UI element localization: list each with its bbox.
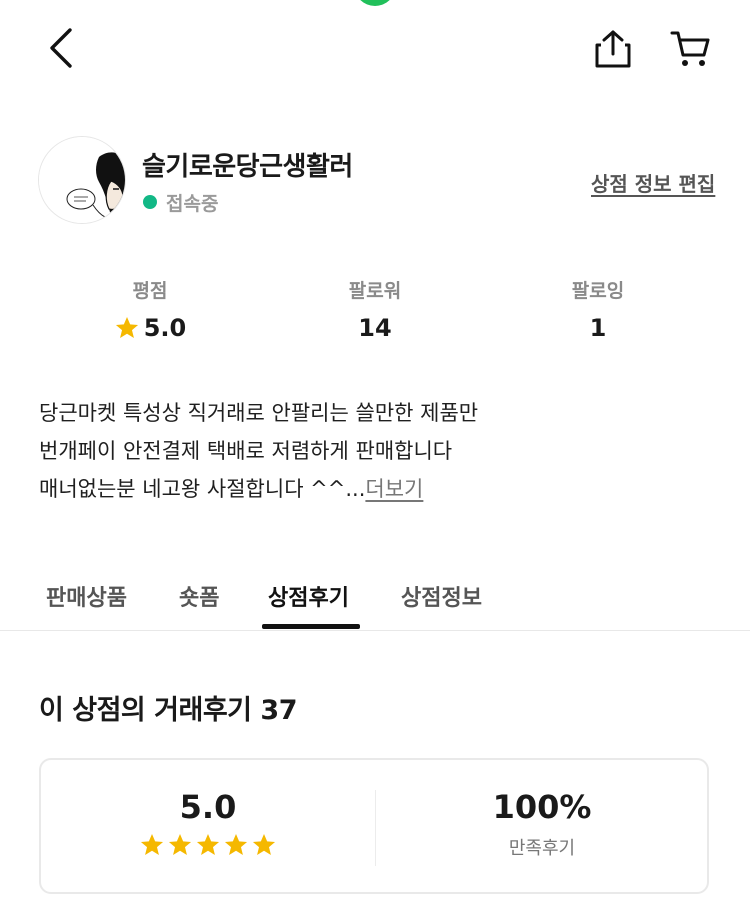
- review-score-value: 5.0: [179, 788, 237, 826]
- tab-shop-info[interactable]: 상점정보: [401, 580, 482, 612]
- tab-shortform[interactable]: 숏폼: [179, 580, 219, 612]
- cart-button[interactable]: [662, 22, 720, 76]
- chevron-left-icon: [50, 28, 72, 68]
- following-value: 1: [589, 314, 607, 342]
- avatar: [38, 136, 126, 224]
- online-status-dot: [143, 195, 157, 209]
- active-tab-indicator: [262, 624, 360, 629]
- share-button[interactable]: [584, 22, 642, 76]
- review-satisfaction: 100% 만족후기: [377, 788, 707, 860]
- review-summary-card: 5.0 100% 만족후기: [39, 758, 709, 894]
- share-icon: [595, 30, 631, 68]
- card-divider: [375, 790, 376, 866]
- star-icon: [196, 833, 220, 855]
- satisfaction-label: 만족후기: [508, 838, 576, 859]
- rating-value: 5.0: [143, 314, 187, 342]
- tab-products[interactable]: 판매상품: [46, 580, 127, 612]
- edit-shop-info-link[interactable]: 상점 정보 편집: [591, 168, 715, 197]
- reviews-title: 이 상점의 거래후기 37: [39, 695, 298, 726]
- rating-label: 평점: [132, 280, 168, 302]
- description-line-2: 번개페이 안전결제 택배로 저렴하게 판매합니다: [39, 439, 453, 463]
- more-link[interactable]: 더보기: [365, 477, 423, 501]
- online-status-label: 접속중: [166, 193, 219, 215]
- followers-label: 팔로워: [348, 280, 402, 302]
- stat-followers[interactable]: 팔로워 14: [275, 280, 475, 342]
- following-label: 팔로잉: [571, 280, 625, 302]
- star-icon: [140, 833, 164, 855]
- star-icon: [115, 316, 138, 338]
- shop-description: 당근마켓 특성상 직거래로 안팔리는 쓸만한 제품만 번개페이 안전결제 택배로…: [39, 394, 719, 508]
- shop-tabs: 판매상품 숏폼 상점후기 상점정보: [0, 570, 750, 631]
- back-button[interactable]: [34, 20, 88, 76]
- shop-name: 슬기로운당근생활러: [142, 152, 353, 182]
- avatar-illustration: [39, 137, 125, 223]
- stat-rating[interactable]: 평점 5.0: [50, 280, 250, 342]
- stat-following[interactable]: 팔로잉 1: [498, 280, 698, 342]
- cart-icon: [670, 31, 710, 66]
- star-icon: [168, 833, 192, 855]
- description-line-1: 당근마켓 특성상 직거래로 안팔리는 쓸만한 제품만: [39, 401, 479, 425]
- star-icon: [224, 833, 248, 855]
- description-line-3: 매너없는분 네고왕 사절합니다 ^^...더보기: [39, 470, 719, 508]
- description-line-3-text: 매너없는분 네고왕 사절합니다 ^^...: [39, 477, 366, 501]
- followers-value: 14: [358, 314, 392, 342]
- status-indicator: [354, 0, 396, 6]
- review-stars: [41, 832, 375, 858]
- satisfaction-value: 100%: [492, 788, 592, 826]
- tab-reviews[interactable]: 상점후기: [268, 580, 349, 612]
- review-score: 5.0: [41, 788, 375, 858]
- star-icon: [252, 833, 276, 855]
